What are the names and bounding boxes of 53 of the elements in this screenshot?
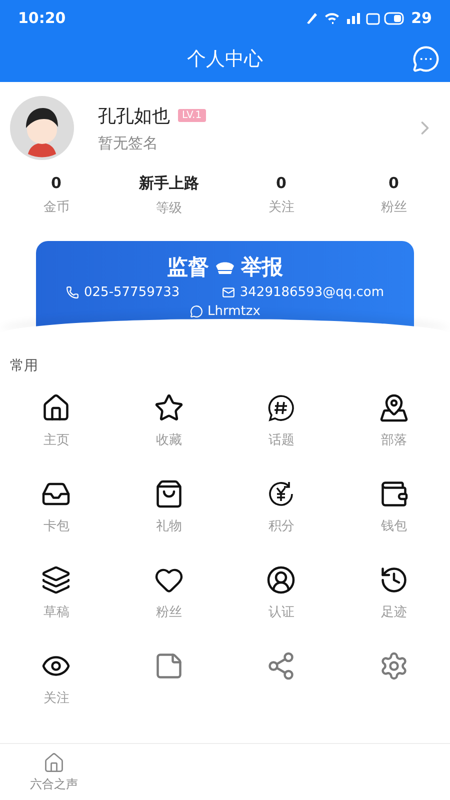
mail-icon [222, 286, 235, 299]
chat-icon [190, 305, 203, 318]
shortcut-item[interactable]: 收藏 [112, 393, 225, 459]
shortcut-item[interactable]: 积分 [225, 479, 338, 545]
shortcut-item[interactable]: 主页 [0, 393, 112, 459]
shortcut-item[interactable]: 草稿 [0, 565, 112, 631]
user-name: 孔孔如也 [98, 104, 170, 128]
shortcut-item[interactable]: 部落 [338, 393, 450, 459]
history-icon [378, 565, 409, 595]
stat-value: 0 [51, 174, 62, 192]
shortcut-item[interactable]: 礼物 [112, 479, 225, 545]
shortcut-item[interactable]: 足迹 [338, 565, 450, 631]
level-badge: LV.1 [178, 109, 206, 122]
settings-icon [378, 651, 409, 681]
map-pin-icon [378, 393, 409, 423]
message-button[interactable] [412, 45, 440, 73]
shortcut-item[interactable]: 认证 [225, 565, 338, 631]
home-icon [43, 752, 65, 774]
shortcut-item[interactable]: 卡包 [0, 479, 112, 545]
layers-icon [41, 565, 72, 595]
wallet-icon [378, 479, 409, 509]
shortcut-item[interactable]: 粉丝 [112, 565, 225, 631]
hashtag-bubble-icon [266, 393, 296, 423]
stat-value: 0 [276, 174, 286, 192]
star-icon [154, 393, 184, 423]
stat-value: 新手上路 [138, 174, 199, 193]
wechat-id: Lhrmtzx [208, 304, 260, 319]
phone-number: 025-57759733 [84, 285, 180, 300]
shortcut-item[interactable]: 钱包 [338, 479, 450, 545]
stat-label: 粉丝 [380, 199, 407, 216]
status-time: 10:20 [18, 9, 66, 27]
section-title: 常用 [9, 357, 39, 375]
user-circle-icon [266, 565, 296, 595]
stat-value: 0 [388, 174, 399, 192]
report-banner[interactable]: 监督 举报 025-57759733 3429186593@qq.com Lhrmtzx [36, 241, 414, 327]
shortcut-item[interactable]: 关注 [0, 651, 112, 717]
page-title: 个人中心 [187, 47, 263, 72]
battery-level: 29 [411, 9, 432, 27]
banner-title: 举报 [241, 254, 283, 281]
stat-label: 关注 [268, 199, 294, 216]
shopping-bag-icon [154, 479, 184, 509]
share-icon [266, 651, 296, 681]
stat-label: 等级 [156, 200, 182, 217]
email-address: 3429186593@qq.com [240, 285, 384, 300]
banner-title: 监督 [167, 254, 209, 281]
nav-tab[interactable]: 六合之声 [0, 744, 108, 800]
home-icon [41, 393, 72, 423]
shortcut-item[interactable]: 话题 [225, 393, 338, 459]
note-icon [154, 651, 184, 681]
phone-icon [66, 286, 79, 299]
user-signature: 暂无签名 [98, 134, 159, 152]
stat-label: 金币 [43, 199, 70, 216]
avatar [10, 96, 74, 160]
